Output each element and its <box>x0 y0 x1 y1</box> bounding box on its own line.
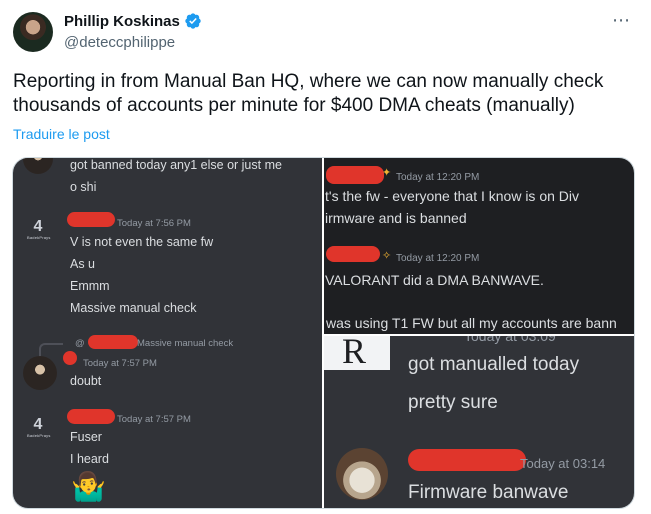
cat-avatar <box>336 448 388 500</box>
message-timestamp: Today at 7:56 PM <box>117 218 191 229</box>
bot-logo-icon: 4 BadekPrays <box>27 218 51 240</box>
chat-message: Fuser <box>70 430 102 444</box>
chat-message: o shi <box>70 180 97 194</box>
redacted-username <box>408 449 526 471</box>
chat-message: doubt <box>70 374 102 388</box>
chat-message: was using T1 FW but all my accounts are … <box>326 315 617 331</box>
bot-logo-icon: 4 BadekPrays <box>27 416 51 438</box>
redacted-username <box>67 409 115 424</box>
chat-message: VALORANT did a DMA BANWAVE. <box>325 272 544 288</box>
redacted-username <box>63 351 77 365</box>
badge-icon: ✦ <box>382 167 392 179</box>
message-timestamp: Today at 12:20 PM <box>396 253 480 264</box>
reply-connector <box>39 343 63 357</box>
chat-message: I heard <box>70 452 109 466</box>
media-image-left[interactable]: got banned today any1 else or just me o … <box>13 158 322 508</box>
verified-badge-icon <box>185 13 201 29</box>
chat-message: As u <box>70 257 96 271</box>
chat-message: t's the fw - everyone that I know is on … <box>325 188 580 204</box>
message-timestamp: Today at 7:57 PM <box>117 414 191 425</box>
chat-message: V is not even the same fw <box>70 235 214 249</box>
reply-mention: @ <box>75 338 85 349</box>
shrug-emoji-icon: 🤷‍♂️ <box>71 471 106 502</box>
message-timestamp: Today at 7:57 PM <box>83 358 157 369</box>
chat-message: Firmware banwave <box>408 482 569 503</box>
author-avatar[interactable] <box>13 12 53 52</box>
author-handle[interactable]: @deteccphilippe <box>64 34 175 51</box>
message-timestamp: Today at 12:20 PM <box>396 172 480 183</box>
avatar-letter: R <box>342 336 367 371</box>
redacted-username <box>88 335 138 349</box>
user-avatar <box>23 158 53 174</box>
tweet-text: Reporting in from Manual Ban HQ, where w… <box>13 71 604 116</box>
chat-message: got manualled today <box>408 354 580 375</box>
media-image-bottom-right[interactable]: R Today at 03:09 got manualled today pre… <box>324 336 634 508</box>
chat-message: irmware and is banned <box>325 210 467 226</box>
media-image-top-right[interactable]: ✦ Today at 12:20 PM t's the fw - everyon… <box>324 158 634 334</box>
redacted-username <box>67 212 115 227</box>
chat-message: got banned today any1 else or just me <box>70 158 282 172</box>
redacted-username <box>326 166 384 184</box>
author-display-name[interactable]: Phillip Koskinas <box>64 13 180 30</box>
reply-preview: Massive manual check <box>137 338 234 349</box>
badge-icon: ✧ <box>382 250 392 262</box>
more-options-icon[interactable]: ⋯ <box>612 10 631 31</box>
chat-message: pretty sure <box>408 392 498 413</box>
tweet-media-grid: got banned today any1 else or just me o … <box>12 157 635 509</box>
translate-post-link[interactable]: Traduire le post <box>13 126 110 142</box>
chat-message: Emmm <box>70 279 110 293</box>
user-avatar <box>23 356 57 390</box>
message-timestamp: Today at 03:14 <box>520 456 606 471</box>
redacted-username <box>326 246 380 262</box>
message-timestamp: Today at 03:09 <box>464 336 556 344</box>
chat-message: Massive manual check <box>70 301 197 315</box>
author-name-row: Phillip Koskinas <box>64 12 202 30</box>
